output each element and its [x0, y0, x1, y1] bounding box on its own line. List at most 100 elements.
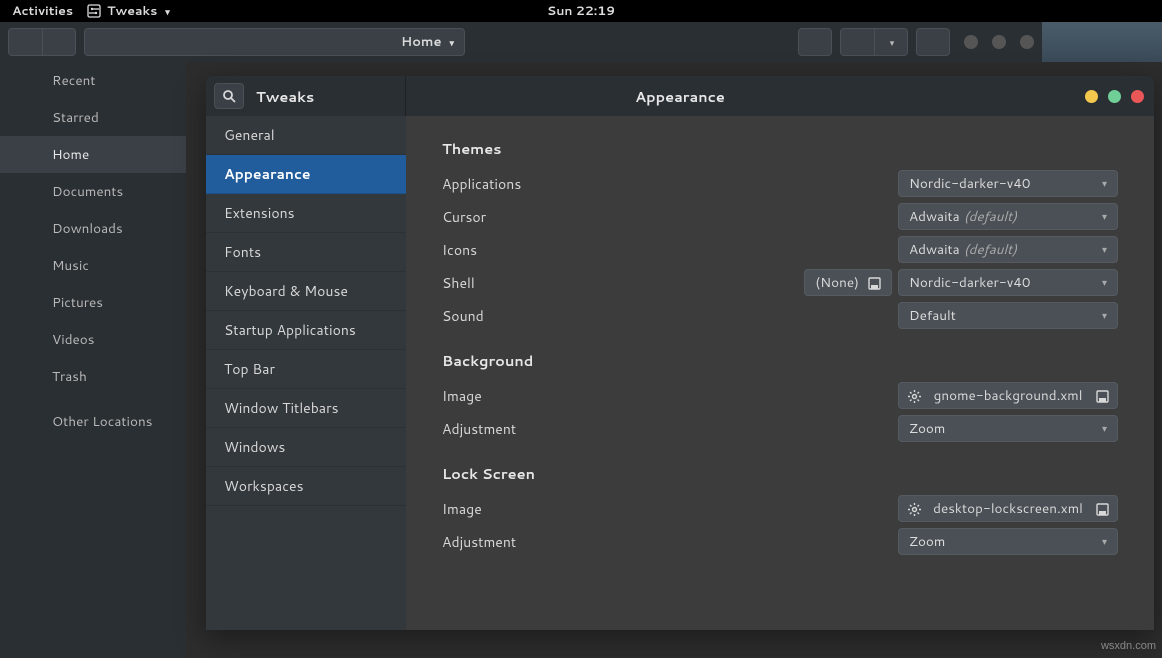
chevron-down-icon: ▾: [1102, 422, 1107, 436]
combo-value: Nordic-darker-v40: [909, 273, 1031, 292]
sidebar-item-recent[interactable]: Recent: [0, 62, 186, 99]
cursor-label: Cursor: [442, 207, 898, 227]
tweaks-nav: General Appearance Extensions Fonts Keyb…: [206, 116, 406, 630]
ls-adjustment-label: Adjustment: [442, 532, 898, 552]
nav-windows[interactable]: Windows: [206, 428, 406, 467]
row-bg-adjustment: Adjustment Zoom ▾: [442, 412, 1118, 445]
save-icon: [1095, 389, 1109, 403]
tweaks-search-button[interactable]: [214, 83, 244, 109]
window-maximize-button[interactable]: [992, 35, 1006, 49]
path-label: Home: [401, 33, 442, 51]
tweaks-title: Tweaks: [256, 86, 314, 107]
row-shell: Shell (None) Nordic-darker-v40▾: [442, 266, 1118, 299]
ls-image-label: Image: [442, 499, 898, 519]
lockscreen-heading: Lock Screen: [442, 463, 1118, 484]
icons-label: Icons: [442, 240, 898, 260]
bg-image-label: Image: [442, 386, 898, 406]
files-toolbar: Home ▾ ▾: [0, 22, 1042, 62]
bg-image-file-button[interactable]: gnome-background.xml: [898, 382, 1118, 409]
chevron-down-icon: ▾: [1102, 276, 1107, 290]
window-close-button[interactable]: [1131, 90, 1144, 103]
gear-icon: [907, 502, 921, 516]
file-name: gnome-background.xml: [929, 386, 1087, 405]
nav-fonts[interactable]: Fonts: [206, 233, 406, 272]
cursor-combo[interactable]: Adwaita(default) ▾: [898, 203, 1118, 230]
sound-combo[interactable]: Default ▾: [898, 302, 1118, 329]
sound-label: Sound: [442, 306, 898, 326]
tweaks-header: Tweaks Appearance: [206, 76, 1154, 116]
combo-suffix: (default): [964, 207, 1017, 226]
view-dropdown-button[interactable]: ▾: [874, 28, 908, 56]
sidebar-item-other-locations[interactable]: Other Locations: [0, 403, 186, 440]
ls-adjustment-combo[interactable]: Zoom▾: [898, 528, 1118, 555]
view-grid-button[interactable]: [840, 28, 874, 56]
save-icon: [1095, 502, 1109, 516]
window-close-button[interactable]: [1020, 35, 1034, 49]
shell-file-button[interactable]: (None): [804, 269, 892, 296]
search-icon: [222, 89, 236, 103]
nav-startup-applications[interactable]: Startup Applications: [206, 311, 406, 350]
tweaks-window: Tweaks Appearance General Appearance Ext…: [206, 76, 1154, 630]
chevron-down-icon: ▾: [1102, 210, 1107, 224]
nav-keyboard-mouse[interactable]: Keyboard & Mouse: [206, 272, 406, 311]
shell-extra-label: (None): [815, 273, 859, 292]
combo-value: Zoom: [909, 419, 945, 438]
chevron-down-icon: ▾: [1102, 535, 1107, 549]
chevron-down-icon: ▾: [450, 36, 455, 49]
bg-adjustment-label: Adjustment: [442, 419, 898, 439]
sidebar-item-pictures[interactable]: Pictures: [0, 284, 186, 321]
combo-value: Adwaita: [909, 207, 960, 226]
row-ls-adjustment: Adjustment Zoom▾: [442, 525, 1118, 558]
save-icon: [867, 276, 881, 290]
window-minimize-button[interactable]: [964, 35, 978, 49]
icons-combo[interactable]: Adwaita(default)▾: [898, 236, 1118, 263]
combo-value: Adwaita: [909, 240, 960, 259]
page-title: Appearance: [635, 86, 725, 107]
bg-adjustment-combo[interactable]: Zoom ▾: [898, 415, 1118, 442]
combo-value: Default: [909, 306, 956, 325]
row-bg-image: Image gnome-background.xml: [442, 379, 1118, 412]
sidebar-item-home[interactable]: Home: [0, 136, 186, 173]
nav-general[interactable]: General: [206, 116, 406, 155]
nav-top-bar[interactable]: Top Bar: [206, 350, 406, 389]
row-icons: Icons Adwaita(default)▾: [442, 233, 1118, 266]
nav-forward-button[interactable]: [42, 28, 76, 56]
watermark: wsxdn.com: [1101, 640, 1156, 652]
desktop-background-strip: [1042, 22, 1162, 62]
nav-appearance[interactable]: Appearance: [206, 155, 406, 194]
sidebar-item-downloads[interactable]: Downloads: [0, 210, 186, 247]
files-sidebar: Recent Starred Home Documents Downloads …: [0, 62, 186, 658]
applications-label: Applications: [442, 174, 898, 194]
chevron-down-icon: ▾: [890, 36, 895, 49]
themes-heading: Themes: [442, 138, 1118, 159]
row-sound: Sound Default ▾: [442, 299, 1118, 332]
combo-value: Nordic-darker-v40: [909, 174, 1031, 193]
sidebar-item-documents[interactable]: Documents: [0, 173, 186, 210]
tweaks-content: Themes Applications Nordic-darker-v40▾ C…: [406, 116, 1154, 630]
nav-workspaces[interactable]: Workspaces: [206, 467, 406, 506]
window-maximize-button[interactable]: [1108, 90, 1121, 103]
row-ls-image: Image desktop-lockscreen.xml: [442, 492, 1118, 525]
ls-image-file-button[interactable]: desktop-lockscreen.xml: [898, 495, 1118, 522]
chevron-down-icon: ▾: [1102, 309, 1107, 323]
sidebar-item-videos[interactable]: Videos: [0, 321, 186, 358]
gear-icon: [907, 389, 921, 403]
combo-suffix: (default): [964, 240, 1017, 259]
row-applications: Applications Nordic-darker-v40▾: [442, 167, 1118, 200]
row-cursor: Cursor Adwaita(default) ▾: [442, 200, 1118, 233]
applications-combo[interactable]: Nordic-darker-v40▾: [898, 170, 1118, 197]
window-minimize-button[interactable]: [1085, 90, 1098, 103]
shell-combo[interactable]: Nordic-darker-v40 ▾: [898, 269, 1118, 296]
clock[interactable]: Sun 22:19: [547, 2, 615, 20]
path-bar-home[interactable]: Home ▾: [84, 28, 465, 56]
file-name: desktop-lockscreen.xml: [929, 499, 1087, 518]
nav-extensions[interactable]: Extensions: [206, 194, 406, 233]
sidebar-item-music[interactable]: Music: [0, 247, 186, 284]
hamburger-menu-button[interactable]: [916, 28, 950, 56]
background-heading: Background: [442, 350, 1118, 371]
toolbar-search-button[interactable]: [798, 28, 832, 56]
nav-window-titlebars[interactable]: Window Titlebars: [206, 389, 406, 428]
nav-back-button[interactable]: [8, 28, 42, 56]
sidebar-item-starred[interactable]: Starred: [0, 99, 186, 136]
sidebar-item-trash[interactable]: Trash: [0, 358, 186, 395]
